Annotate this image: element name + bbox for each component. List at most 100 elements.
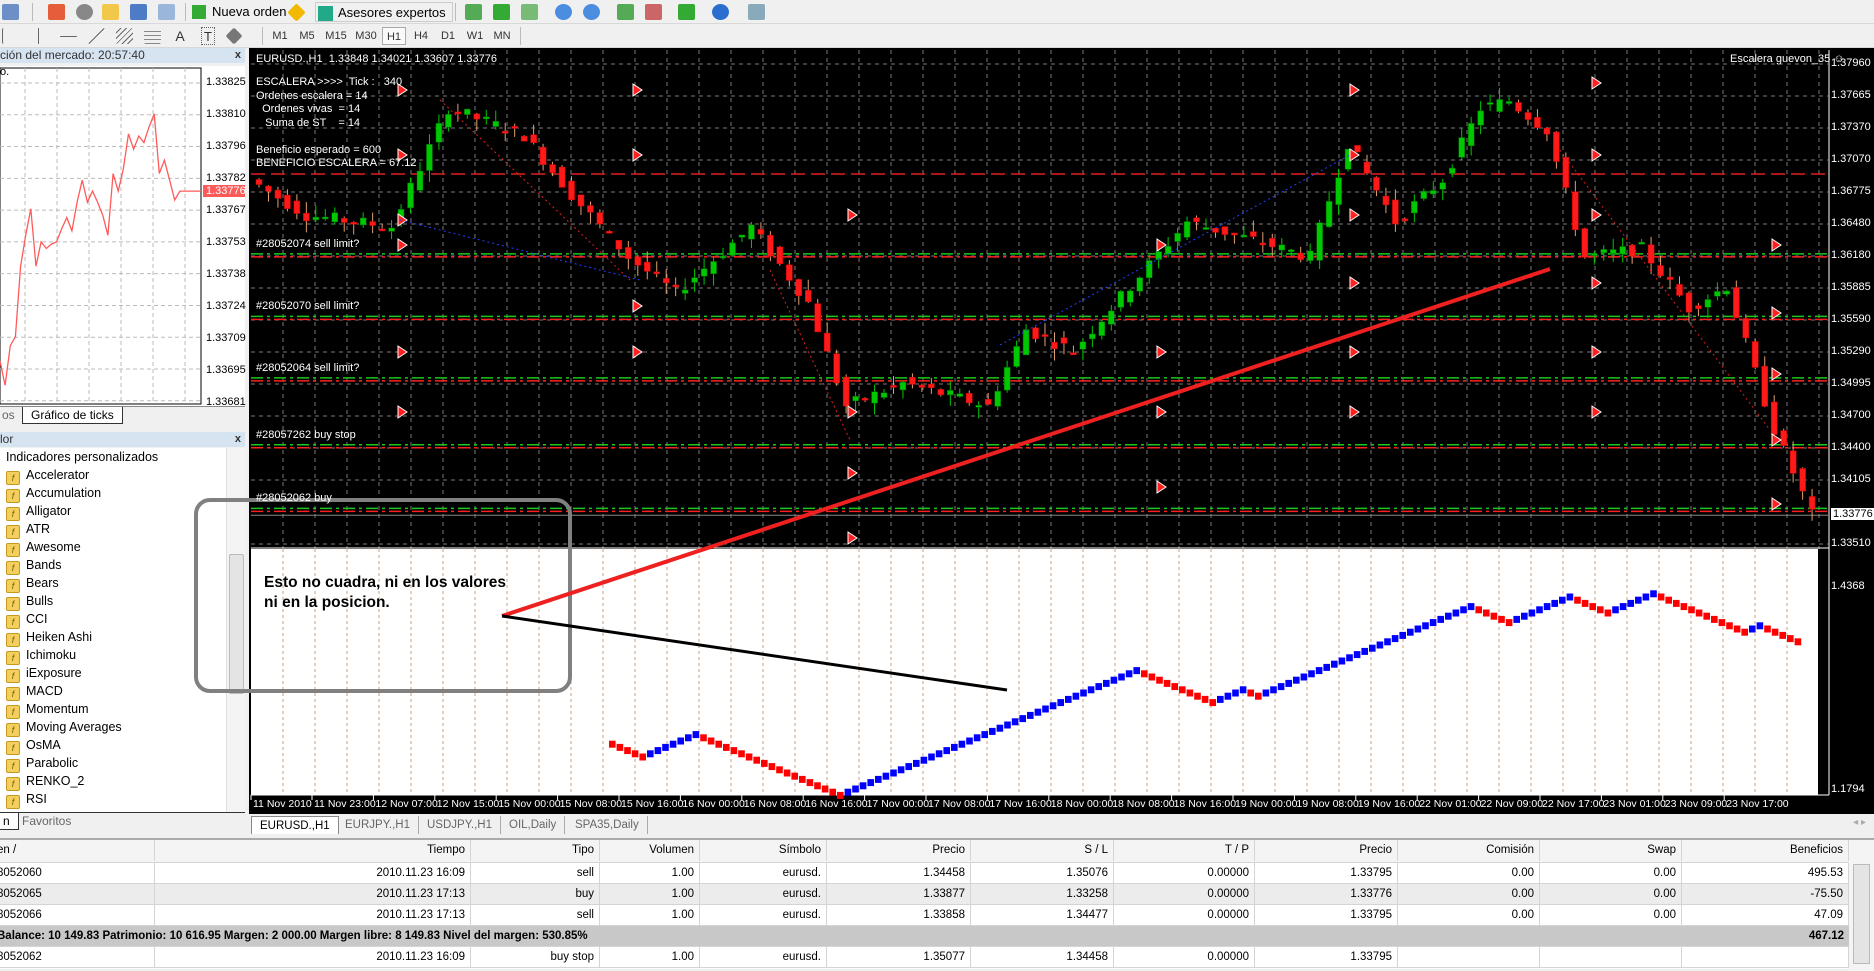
order-label: #28052070 sell limit? xyxy=(256,300,360,313)
bear-candle xyxy=(1051,342,1058,349)
bear-candle xyxy=(653,271,660,275)
tab-scroll-arrows[interactable]: ◂ ▸ xyxy=(1853,817,1866,828)
bear-candle xyxy=(369,221,376,226)
bear-candle xyxy=(1297,252,1304,260)
renko-brick-down xyxy=(1688,606,1695,614)
table-cell: eurusd. xyxy=(700,863,827,884)
bear-candle xyxy=(501,130,509,134)
renko-brick-down xyxy=(1695,609,1703,617)
table-cell: 1.34477 xyxy=(971,905,1114,926)
renko-brick-up xyxy=(1315,667,1323,675)
renko-brick-down xyxy=(1779,631,1786,639)
renko-brick-down xyxy=(1787,635,1794,643)
bull-candle xyxy=(975,405,982,408)
renko-brick-down xyxy=(745,753,753,761)
tab-eurusd[interactable]: EURUSD.,H1 xyxy=(251,816,339,834)
table-cell: 2010.11.23 16:09 xyxy=(155,947,471,968)
table-cell: Volumen xyxy=(600,840,700,861)
renko-brick-down xyxy=(616,743,624,751)
renko-brick-up xyxy=(1429,619,1437,627)
renko-brick-up xyxy=(1285,679,1292,687)
time-tick-label: 17 Nov 16:00 xyxy=(989,798,1052,810)
renko-brick-up xyxy=(1353,651,1361,659)
renko-brick-up xyxy=(913,759,920,767)
tab-spa35[interactable]: SPA35,Daily xyxy=(567,816,648,834)
trade-arrow-icon xyxy=(1349,276,1360,290)
scrollbar-thumb[interactable] xyxy=(1853,864,1870,964)
renko-brick-up xyxy=(1103,679,1110,687)
renko-brick-down xyxy=(738,750,745,758)
bull-candle xyxy=(1458,137,1465,158)
bear-candle xyxy=(340,218,348,223)
bear-candle xyxy=(662,278,670,284)
time-tick-label: 19 Nov 00:00 xyxy=(1235,798,1298,810)
renko-brick-down xyxy=(1574,596,1581,604)
renko-brick-up xyxy=(1262,689,1270,697)
bull-candle xyxy=(1126,290,1134,303)
renko-brick-up xyxy=(1445,612,1452,620)
bear-candle xyxy=(1695,305,1702,310)
tab-oil[interactable]: OIL,Daily xyxy=(501,816,566,834)
renko-brick-up xyxy=(1619,603,1627,611)
bear-candle xyxy=(786,264,793,281)
bull-candle xyxy=(1013,346,1020,367)
bear-candle xyxy=(549,164,556,173)
bear-candle xyxy=(634,256,642,266)
bear-candle xyxy=(1733,287,1740,319)
table-cell: 1.33795 xyxy=(1255,947,1398,968)
renko-brick-up xyxy=(662,743,669,751)
renko-brick-up xyxy=(1346,654,1353,662)
renko-brick-up xyxy=(1756,622,1764,630)
renko-brick-up xyxy=(1391,635,1399,643)
bear-candle xyxy=(606,231,613,234)
bull-candle xyxy=(388,227,395,232)
table-scrollbar[interactable] xyxy=(1849,840,1874,971)
table-cell: 8052062 xyxy=(0,947,155,968)
pending-order-row[interactable]: 8052062 2010.11.23 16:09 buy stop 1.00 eurus… xyxy=(0,947,1849,968)
bear-candle xyxy=(1572,191,1579,231)
bull-candle xyxy=(1591,253,1598,256)
table-row[interactable]: 8052066 2010.11.23 17:13 sell 1.00 eurusd. 1.… xyxy=(0,905,1849,926)
renko-brick-down xyxy=(814,782,821,790)
renko-brick-down xyxy=(1156,676,1163,684)
renko-brick-down xyxy=(1680,603,1688,611)
bear-candle xyxy=(672,284,679,288)
bull-candle xyxy=(1278,244,1286,251)
time-tick-label: 11 Nov 23:00 xyxy=(314,798,376,810)
renko-brick-down xyxy=(806,779,814,787)
trade-arrow-icon xyxy=(1156,345,1167,359)
table-cell: 0.00000 xyxy=(1114,905,1255,926)
tab-usdjpy[interactable]: USDJPY.,H1 xyxy=(419,816,501,834)
table-cell: eurusd. xyxy=(700,905,827,926)
table-row[interactable]: 8052065 2010.11.23 17:13 buy 1.00 eurusd. 1.3… xyxy=(0,884,1849,905)
time-tick-label: 22 Nov 17:00 xyxy=(1542,798,1605,810)
bull-candle xyxy=(1638,241,1645,245)
renko-brick-down xyxy=(1741,628,1748,636)
table-cell: 0.00 xyxy=(1398,884,1540,905)
table-header[interactable]: en / Tiempo Tipo Volumen Símbolo Precio S / LT… xyxy=(0,840,1849,863)
bear-candle xyxy=(833,353,840,384)
renko-brick-down xyxy=(776,766,783,774)
table-cell: 1.00 xyxy=(600,863,700,884)
table-cell xyxy=(1682,947,1849,968)
trade-arrow-icon xyxy=(847,208,858,222)
bull-candle xyxy=(994,390,1001,407)
bear-candle xyxy=(587,205,594,213)
price-tick-label: 1.37665 xyxy=(1831,89,1871,101)
table-row[interactable]: 8052060 2010.11.23 16:09 sell 1.00 eurusd. 1.… xyxy=(0,863,1849,884)
bull-candle xyxy=(1079,341,1087,350)
trade-arrow-icon xyxy=(1591,76,1602,90)
tab-eurjpy[interactable]: EURJPY.,H1 xyxy=(337,816,419,834)
renko-brick-down xyxy=(1794,638,1802,646)
renko-brick-up xyxy=(1308,670,1315,678)
bear-candle xyxy=(1032,327,1039,340)
renko-brick-up xyxy=(654,747,662,755)
renko-brick-up xyxy=(1049,702,1057,710)
renko-brick-up xyxy=(1635,596,1642,604)
bull-candle xyxy=(416,170,424,191)
renko-brick-down xyxy=(829,788,836,796)
bull-candle xyxy=(1174,232,1181,242)
table-cell: 1.00 xyxy=(600,884,700,905)
bear-candle xyxy=(1269,238,1276,248)
bull-candle xyxy=(691,277,698,283)
